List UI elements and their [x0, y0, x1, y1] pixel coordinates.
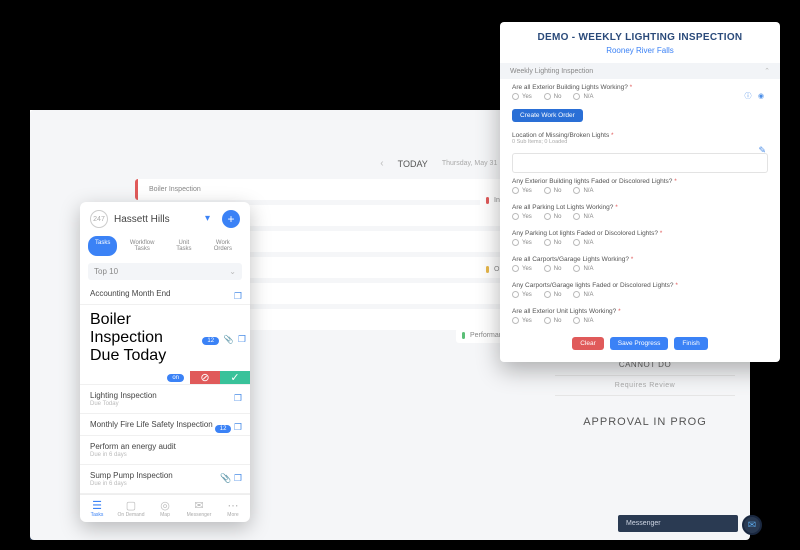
status-approval: APPROVAL IN PROG	[530, 416, 760, 428]
nav-map[interactable]: ◎Map	[148, 495, 182, 522]
sort-select[interactable]: Top 10	[88, 263, 242, 280]
add-icon[interactable]: +	[222, 210, 240, 228]
list-item-swipe[interactable]: Boiler InspectionDue Today 12 📎 ❐	[80, 305, 250, 371]
chevron-left-icon[interactable]: ‹	[380, 158, 383, 169]
status-area: CANNOT DO Requires Review APPROVAL IN PR…	[530, 360, 760, 428]
tab-workflow[interactable]: Workflow Tasks	[120, 236, 164, 256]
create-work-order-button[interactable]: Create Work Order	[512, 109, 583, 122]
tab-unit[interactable]: Unit Tasks	[167, 236, 201, 256]
edit-icon[interactable]: ✎	[758, 145, 766, 156]
swipe-done-icon[interactable]: ✓	[220, 371, 250, 384]
mobile-card: 247 Hassett Hills ▾ + Tasks Workflow Tas…	[80, 202, 250, 522]
form-title: DEMO - WEEKLY LIGHTING INSPECTION	[500, 32, 780, 43]
text-input[interactable]	[512, 153, 768, 173]
question: Are all Exterior Building Lights Working…	[500, 79, 780, 127]
messenger-fab-icon[interactable]: ✉	[742, 515, 762, 535]
camera-icon[interactable]: ◉	[756, 91, 766, 101]
clear-button[interactable]: Clear	[572, 337, 604, 350]
mobile-bottom-nav: ☰Tasks ▢On Demand ◎Map ✉Messenger ⋯More	[80, 494, 250, 522]
inspection-form: DEMO - WEEKLY LIGHTING INSPECTION Rooney…	[500, 22, 780, 362]
form-section-header[interactable]: Weekly Lighting Inspection	[500, 63, 780, 79]
form-subtitle[interactable]: Rooney River Falls	[500, 46, 780, 55]
count-badge: 247	[90, 210, 108, 228]
status-review: Requires Review	[530, 382, 760, 389]
radio-yes[interactable]: Yes	[512, 93, 532, 100]
swipe-cancel-icon[interactable]: ⊘	[190, 371, 220, 384]
list-item[interactable]: Sump Pump InspectionDue in 6 days📎 ❐	[80, 465, 250, 494]
question: Location of Missing/Broken Lights * 0 Su…	[500, 127, 780, 150]
radio-no[interactable]: No	[544, 93, 562, 100]
property-title: Hassett Hills	[114, 214, 170, 225]
finish-button[interactable]: Finish	[674, 337, 707, 350]
info-icon[interactable]: ⓘ	[743, 91, 753, 101]
radio-na[interactable]: N/A	[573, 93, 593, 100]
today-label: TODAY	[398, 159, 428, 169]
list-item[interactable]: Perform an energy auditDue in 6 days	[80, 436, 250, 465]
filter-icon[interactable]: ▾	[205, 213, 217, 225]
tab-workorders[interactable]: Work Orders	[204, 236, 242, 256]
copy-icon[interactable]: ❐	[234, 393, 242, 404]
nav-more[interactable]: ⋯More	[216, 495, 250, 522]
tab-tasks[interactable]: Tasks	[88, 236, 117, 256]
today-sublabel: Thursday, May 31	[442, 160, 498, 167]
nav-ondemand[interactable]: ▢On Demand	[114, 495, 148, 522]
list-item[interactable]: Accounting Month End❐	[80, 283, 250, 305]
nav-tasks[interactable]: ☰Tasks	[80, 495, 114, 522]
list-item[interactable]: Lighting InspectionDue Today❐	[80, 385, 250, 414]
nav-messenger[interactable]: ✉Messenger	[182, 495, 216, 522]
copy-icon[interactable]: ❐	[234, 291, 242, 302]
messenger-bar[interactable]: Messenger	[618, 515, 738, 532]
save-progress-button[interactable]: Save Progress	[610, 337, 669, 350]
list-item[interactable]: Monthly Fire Life Safety Inspection12 ❐	[80, 414, 250, 436]
